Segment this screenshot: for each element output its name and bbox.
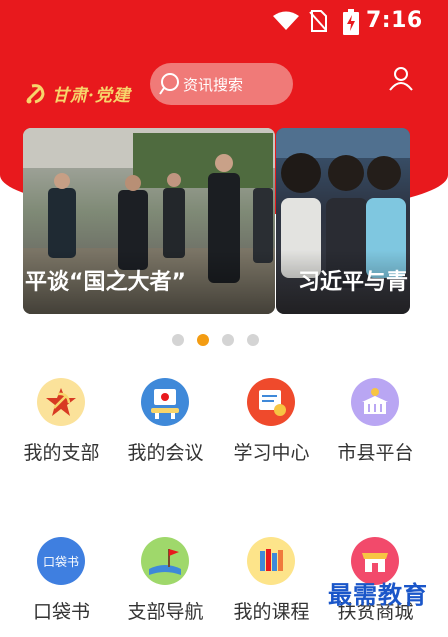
grid-item-branch-navigation[interactable]: 支部导航 xyxy=(113,537,218,637)
grid-item-label: 市县平台 xyxy=(337,442,414,464)
carousel-dot[interactable] xyxy=(247,334,259,346)
search-icon xyxy=(159,73,179,95)
search-placeholder: 资讯搜索 xyxy=(183,75,244,94)
pocket-book-icon-text: 口袋书 xyxy=(43,555,79,569)
courses-icon xyxy=(247,537,295,585)
grid-item-city-platform[interactable]: 市县平台 xyxy=(323,378,428,478)
no-sim-icon xyxy=(309,10,327,32)
grid-item-my-branch[interactable]: 我的支部 xyxy=(9,378,114,478)
status-bar: 7:16 xyxy=(0,0,448,44)
party-emblem-icon xyxy=(37,378,85,426)
carousel-slide[interactable]: 平谈“国之大者” xyxy=(23,128,275,314)
grid-item-label: 口袋书 xyxy=(32,601,90,623)
carousel-dot-active[interactable] xyxy=(197,334,209,346)
carousel-slide[interactable]: 习近平与青 xyxy=(276,128,410,314)
party-emblem-icon xyxy=(26,84,45,104)
grid-item-my-courses[interactable]: 我的课程 xyxy=(219,537,324,637)
grid-item-my-meetings[interactable]: 我的会议 xyxy=(113,378,218,478)
meeting-icon xyxy=(141,378,189,426)
study-center-icon xyxy=(247,378,295,426)
wifi-icon xyxy=(273,11,299,30)
carousel-dot[interactable] xyxy=(222,334,234,346)
watermark: 最需教育 xyxy=(328,580,428,609)
branch-navigation-icon xyxy=(141,537,189,585)
status-time: 7:16 xyxy=(366,8,423,33)
logo-text: 甘肃·党建 xyxy=(52,85,131,106)
battery-charging-icon xyxy=(343,9,359,35)
slide-caption: 平谈“国之大者” xyxy=(25,270,186,295)
grid-item-label: 我的会议 xyxy=(127,442,204,464)
grid-item-label: 我的支部 xyxy=(23,442,100,464)
grid-item-pocket-book[interactable]: 口袋书 口袋书 xyxy=(9,537,114,637)
search-bar[interactable]: 资讯搜索 xyxy=(150,63,293,105)
carousel-indicator xyxy=(172,334,259,346)
user-profile-icon[interactable] xyxy=(388,66,414,92)
pocket-book-icon: 口袋书 xyxy=(37,537,85,585)
app-logo: 甘肃·党建 xyxy=(22,78,131,108)
city-platform-icon xyxy=(351,378,399,426)
slide-caption: 习近平与青 xyxy=(298,270,409,295)
news-carousel[interactable]: 平谈“国之大者” 习近平与青 xyxy=(0,128,448,314)
grid-item-label: 支部导航 xyxy=(127,601,204,623)
grid-item-label: 我的课程 xyxy=(233,601,310,623)
grid-item-study-center[interactable]: 学习中心 xyxy=(219,378,324,478)
grid-item-label: 学习中心 xyxy=(233,442,310,464)
carousel-dot[interactable] xyxy=(172,334,184,346)
